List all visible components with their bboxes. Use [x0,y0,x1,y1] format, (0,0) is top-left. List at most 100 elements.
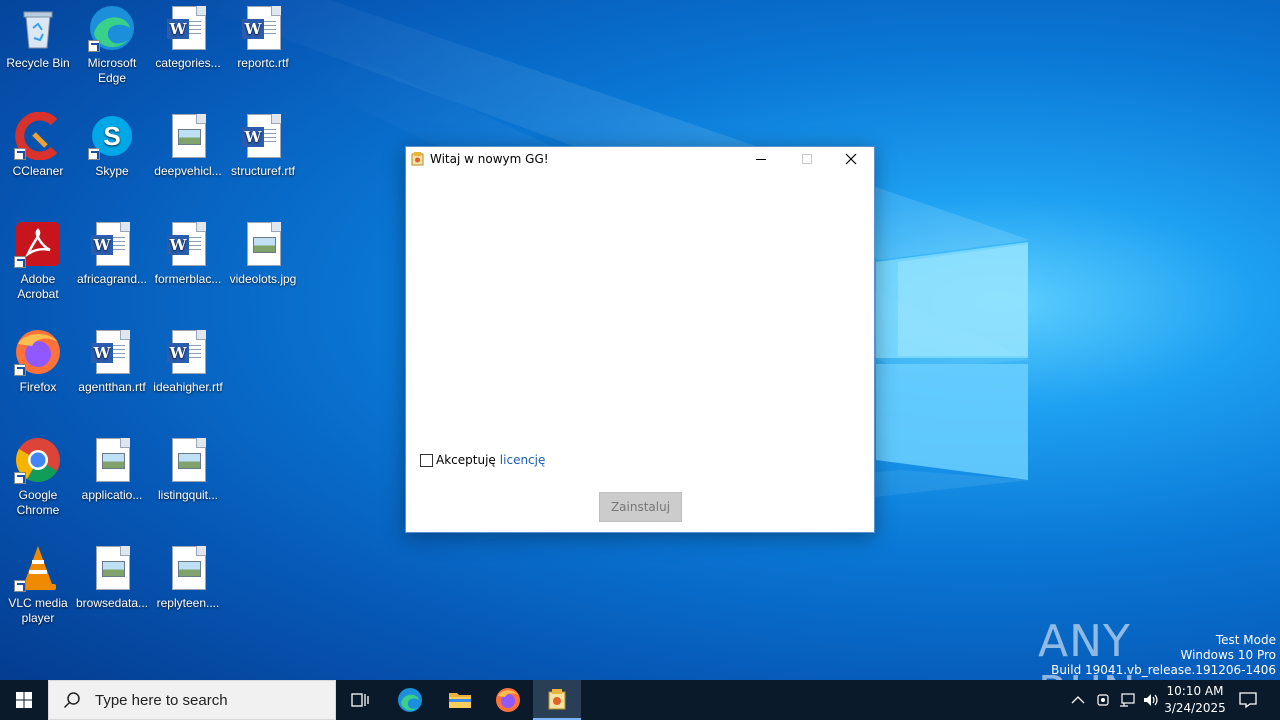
desktop-icon-label: Recycle Bin [6,56,70,70]
desktop-icon[interactable]: Wafricagrand... [74,220,150,287]
desktop-icon[interactable]: listingquit... [150,436,226,503]
tray-volume-button[interactable] [1141,690,1161,710]
search-placeholder: Type here to search [95,691,228,709]
desktop-icon-label: formerblac... [154,272,222,286]
install-button[interactable]: Zainstaluj [599,492,682,522]
shortcut-arrow-icon [14,256,26,268]
taskbar-file-explorer[interactable] [436,680,484,720]
taskbar-firefox[interactable] [484,680,532,720]
word-doc-icon: W [88,328,136,376]
taskbar-edge[interactable] [386,680,434,720]
action-center-button[interactable] [1237,689,1259,711]
image-file-icon [164,544,212,592]
minimize-icon [756,159,766,160]
word-doc-icon: W [164,4,212,52]
desktop-icon[interactable]: Firefox [0,328,76,395]
desktop-icon[interactable]: deepvehicl... [150,112,226,179]
desktop-icon-label: browsedata... [75,596,149,610]
desktop-icon[interactable]: VLC media player [0,544,76,626]
taskbar-search-box[interactable]: Type here to search [48,680,336,720]
license-link[interactable]: licencję [500,453,546,467]
desktop-icon-label: Adobe Acrobat [17,272,59,301]
notification-icon [1239,692,1257,709]
maximize-button[interactable] [784,147,830,171]
start-button[interactable] [0,680,48,720]
desktop-icon-label: VLC media player [8,596,68,625]
close-icon [845,153,857,165]
tray-overflow-button[interactable] [1068,690,1088,710]
desktop-icon[interactable]: videolots.jpg [225,220,301,287]
desktop-icon[interactable]: applicatio... [74,436,150,503]
clock-time: 10:10 AM [1166,684,1224,698]
desktop-icon-label: structuref.rtf [230,164,295,178]
image-file-icon [164,436,212,484]
recycle-bin-icon [14,4,62,52]
desktop-icon-label: Skype [95,164,129,178]
desktop-icon-label: videolots.jpg [229,272,297,286]
close-button[interactable] [828,147,874,171]
desktop-icon[interactable]: Microsoft Edge [74,4,150,86]
desktop-icon-label: deepvehicl... [154,164,222,178]
shortcut-arrow-icon [88,148,100,160]
desktop-icon-label: applicatio... [81,488,143,502]
desktop-icon-label: Microsoft Edge [87,56,137,85]
taskbar: Type here to search 10:10 AM 3/24/2025 [0,680,1280,720]
firefox-icon [496,688,520,712]
word-doc-icon: W [88,220,136,268]
folder-icon [449,693,471,708]
word-doc-icon: W [239,112,287,160]
task-view-icon [351,693,369,707]
image-file-icon [164,112,212,160]
desktop-icon-label: CCleaner [12,164,64,178]
taskbar-gg-installer[interactable] [533,680,581,720]
minimize-button[interactable] [738,147,784,171]
chevron-up-icon [1071,696,1085,704]
word-doc-icon: W [164,328,212,376]
desktop-icon-label: ideahigher.rtf [153,380,223,394]
desktop-icon[interactable]: Wcategories... [150,4,226,71]
dialog-title: Witaj w nowym GG! [430,152,549,166]
installer-dialog: Witaj w nowym GG! Akceptuję licencję Zai… [405,146,875,533]
shortcut-arrow-icon [88,40,100,52]
desktop-icon[interactable]: browsedata... [74,544,150,611]
gg-app-icon [411,152,424,166]
accept-checkbox[interactable] [420,453,433,467]
desktop-icon[interactable]: Google Chrome [0,436,76,518]
word-doc-icon: W [239,4,287,52]
desktop-icon-label: replyteen.... [156,596,220,610]
desktop-icon-label: categories... [155,56,221,70]
tray-device-button[interactable] [1093,690,1113,710]
speaker-icon [1144,694,1158,706]
desktop-icon[interactable]: S Skype [74,112,150,179]
desktop-icon[interactable]: Wformerblac... [150,220,226,287]
chrome-icon [14,436,62,484]
desktop-icon-label: reportc.rtf [237,56,289,70]
vlc-icon [14,544,62,592]
desktop-icon[interactable]: Wagentthan.rtf [74,328,150,395]
word-doc-icon: W [164,220,212,268]
taskbar-clock[interactable]: 10:10 AM 3/24/2025 [1163,683,1227,717]
gg-app-icon [548,689,566,710]
desktop-icon-label: africagrand... [76,272,148,286]
desktop-icon[interactable]: replyteen.... [150,544,226,611]
desktop-icon-label: listingquit... [157,488,219,502]
desktop-icon[interactable]: Adobe Acrobat [0,220,76,302]
shortcut-arrow-icon [14,148,26,160]
desktop-icon[interactable]: Wstructuref.rtf [225,112,301,179]
ccleaner-icon [14,111,62,161]
desktop-icon[interactable]: Wideahigher.rtf [150,328,226,395]
desktop-icon-label: Google Chrome [16,488,60,517]
dialog-titlebar[interactable]: Witaj w nowym GG! [406,147,874,171]
desktop-icon[interactable]: CCleaner [0,111,76,179]
search-icon [63,692,80,709]
shortcut-arrow-icon [14,472,26,484]
image-file-icon [88,436,136,484]
maximize-icon [802,154,812,164]
accept-license-row: Akceptuję licencję [420,453,545,467]
desktop-icon[interactable]: Wreportc.rtf [225,4,301,71]
image-file-icon [88,544,136,592]
accept-label: Akceptuję [436,453,496,467]
tray-network-button[interactable] [1117,690,1137,710]
desktop-icon[interactable]: Recycle Bin [0,4,76,71]
task-view-button[interactable] [336,680,384,720]
